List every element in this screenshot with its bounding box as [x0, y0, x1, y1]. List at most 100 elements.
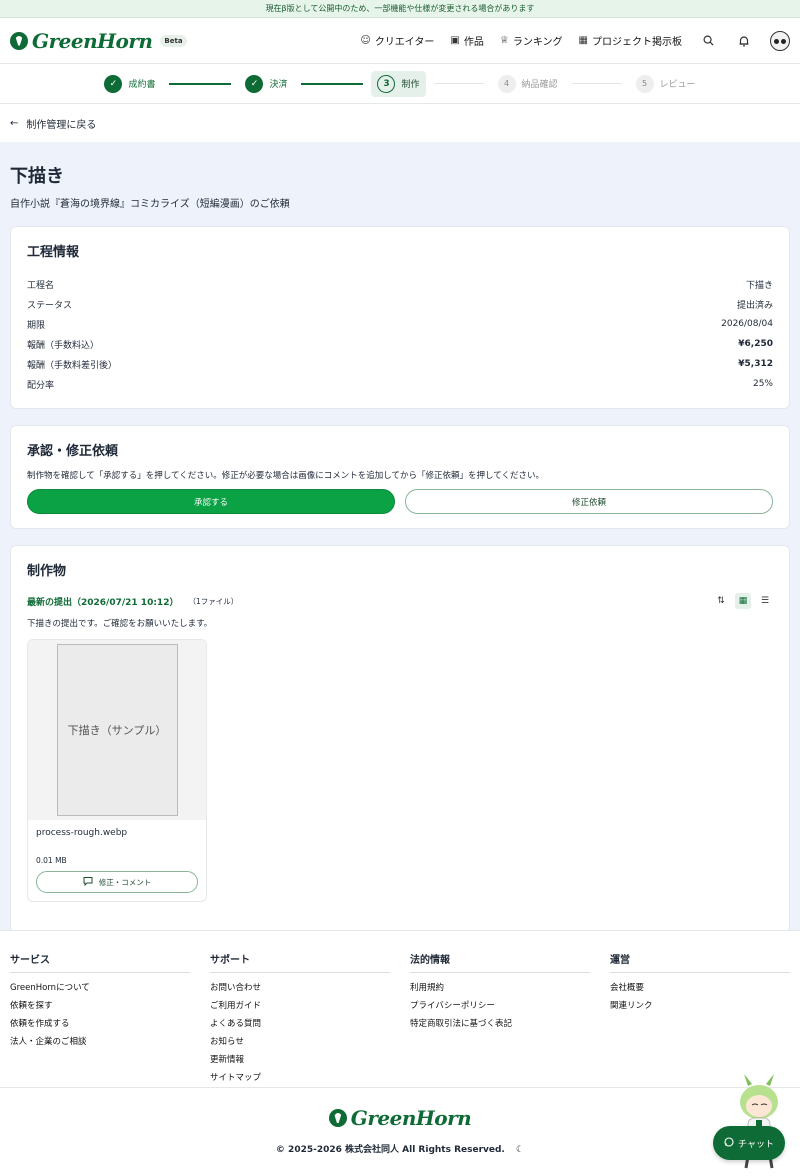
deliverables-heading: 制作物 [27, 564, 67, 579]
info-row: 報酬（手数料差引後） ¥5,312 [27, 354, 773, 374]
step-review: 5 レビュー [630, 71, 702, 97]
main-nav: ☺ クリエイター ▣ 作品 ♕ ランキング ▦ プロジェクト掲示板 [360, 30, 790, 51]
footer-link[interactable]: 依頼を作成する [10, 1017, 190, 1029]
footer-link[interactable]: 法人・企業のご相談 [10, 1035, 190, 1047]
approval-instructions: 制作物を確認して「承認する」を押してください。修正が必要な場合は画像にコメントを… [27, 471, 544, 481]
grid-icon: ▦ [578, 35, 588, 46]
footer-col-legal: 法的情報 利用規約 プライバシーポリシー 特定商取引法に基づく表記 [410, 951, 590, 1089]
step-connector [301, 82, 364, 85]
copyright: © 2025-2026 株式会社同人 All Rights Reserved. … [0, 1142, 800, 1155]
sort-icon[interactable]: ⇅ [713, 593, 729, 609]
approval-card: 承認・修正依頼 制作物を確認して「承認する」を押してください。修正が必要な場合は… [10, 425, 790, 529]
footer-link[interactable]: プライバシーポリシー [410, 999, 590, 1011]
footer-logo[interactable]: GreenHorn [0, 1106, 800, 1130]
comment-button[interactable]: 修正・コメント [36, 871, 198, 893]
nav-creators[interactable]: ☺ クリエイター [360, 33, 434, 48]
grid-view-icon[interactable]: ▦ [735, 593, 751, 609]
beta-notice-banner: 現在β版として公開中のため、一部機能や仕様が変更される場合があります [0, 0, 800, 18]
footer-link[interactable]: サイトマップ [210, 1071, 390, 1083]
check-icon: ✓ [104, 74, 123, 93]
search-icon[interactable] [698, 31, 718, 51]
footer-col-support: サポート お問い合わせ ご利用ガイド よくある質問 お知らせ 更新情報 サイトマ… [210, 951, 390, 1089]
page-subtitle: 自作小説『蒼海の境界線』コミカライズ（短編漫画）のご依頼 [10, 199, 290, 210]
step-label: 決済 [269, 80, 288, 90]
info-key: 工程名 [27, 280, 55, 291]
file-thumbnail[interactable]: 下描き（サンプル） [28, 640, 206, 820]
revision-request-button[interactable]: 修正依頼 [405, 489, 773, 514]
footer-col-title: サポート [210, 951, 390, 973]
nav-board[interactable]: ▦ プロジェクト掲示板 [579, 33, 682, 48]
user-avatar[interactable] [770, 30, 790, 51]
info-value: ¥6,250 [738, 339, 773, 349]
footer-link[interactable]: よくある質問 [210, 1017, 390, 1029]
footer-link[interactable]: 特定商取引法に基づく表記 [410, 1017, 590, 1029]
bell-icon[interactable] [734, 31, 754, 51]
latest-submission-label: 最新の提出（2026/07/21 10:12） [27, 597, 179, 608]
footer-link[interactable]: 利用規約 [410, 981, 590, 993]
info-row: ステータス 提出済み [27, 294, 773, 314]
logo-text: GreenHorn [32, 28, 153, 53]
thumbnail-placeholder: 下描き（サンプル） [56, 644, 178, 816]
message-icon [83, 876, 93, 888]
step-label: レビュー [659, 80, 696, 90]
deliverables-card: 制作物 最新の提出（2026/07/21 10:12） （1ファイル） ⇅ ▦ … [10, 545, 790, 933]
step-connector [169, 82, 232, 85]
info-value: 下描き [745, 280, 773, 291]
info-key: ステータス [27, 300, 73, 311]
step-delivery-check: 4 納品確認 [492, 71, 564, 97]
file-card: 下描き（サンプル） process-rough.webp 0.01 MB 修正・… [27, 639, 207, 902]
footer-link[interactable]: GreenHornについて [10, 981, 190, 993]
footer-link[interactable]: お問い合わせ [210, 981, 390, 993]
info-value: ¥5,312 [738, 359, 773, 369]
step-number: 3 [377, 74, 396, 93]
info-value: 提出済み [736, 300, 773, 311]
step-number: 4 [497, 74, 516, 93]
info-value: 25% [752, 379, 773, 389]
copyright-text: © 2025-2026 株式会社同人 All Rights Reserved. [275, 1145, 505, 1155]
site-footer: サービス GreenHornについて 依頼を探す 依頼を作成する 法人・企業のご… [0, 930, 800, 1176]
process-info-heading: 工程情報 [27, 245, 80, 260]
footer-link[interactable]: ご利用ガイド [210, 999, 390, 1011]
file-info: process-rough.webp 0.01 MB 修正・コメント [28, 820, 206, 901]
nav-works-label: 作品 [463, 37, 484, 48]
footer-link[interactable]: 関連リンク [610, 999, 790, 1011]
nav-ranking-label: ランキング [512, 37, 563, 48]
info-row: 報酬（手数料込） ¥6,250 [27, 334, 773, 354]
view-toolbar: ⇅ ▦ ☰ [713, 593, 773, 609]
info-key: 期限 [27, 320, 46, 331]
footer-link[interactable]: お知らせ [210, 1035, 390, 1047]
page-header: 下描き 自作小説『蒼海の境界線』コミカライズ（短編漫画）のご依頼 [0, 142, 800, 226]
arrow-left-icon: ← [10, 117, 19, 129]
process-info-card: 工程情報 工程名 下描き ステータス 提出済み 期限 2026/08/04 報酬（手数… [10, 226, 790, 409]
step-connector [571, 83, 622, 84]
chat-button[interactable]: チャット [713, 1126, 785, 1160]
info-key: 報酬（手数料差引後） [27, 360, 118, 371]
back-link-label: 制作管理に戻る [26, 119, 97, 131]
nav-works[interactable]: ▣ 作品 [450, 33, 483, 48]
nav-ranking[interactable]: ♕ ランキング [500, 33, 563, 48]
footer-link[interactable]: 更新情報 [210, 1053, 390, 1065]
info-key: 配分率 [27, 380, 55, 391]
step-label: 納品確認 [521, 80, 558, 90]
footer-col-operations: 運営 会社概要 関連リンク [610, 951, 790, 1089]
footer-col-title: 運営 [610, 951, 790, 973]
moon-icon[interactable]: ☾ [516, 1145, 524, 1155]
chat-bubble-icon [724, 1136, 734, 1150]
back-link[interactable]: ← 制作管理に戻る [0, 104, 800, 142]
footer-link[interactable]: 会社概要 [610, 981, 790, 993]
step-contract: ✓ 成約書 [98, 71, 161, 97]
footer-bottom: GreenHorn © 2025-2026 株式会社同人 All Rights … [0, 1087, 800, 1176]
comment-button-label: 修正・コメント [98, 877, 152, 887]
progress-stepper: ✓ 成約書 ✓ 決済 3 制作 4 納品確認 5 レビュー [0, 64, 800, 104]
list-view-icon[interactable]: ☰ [757, 593, 773, 609]
users-icon: ☺ [360, 35, 371, 46]
footer-link[interactable]: 依頼を探す [10, 999, 190, 1011]
info-row: 工程名 下描き [27, 274, 773, 294]
step-number: 5 [635, 74, 654, 93]
info-row: 期限 2026/08/04 [27, 314, 773, 334]
site-logo[interactable]: GreenHorn Beta [10, 29, 187, 53]
footer-col-service: サービス GreenHornについて 依頼を探す 依頼を作成する 法人・企業のご… [10, 951, 190, 1089]
approval-heading: 承認・修正依頼 [27, 444, 119, 459]
step-label: 制作 [401, 80, 420, 90]
approve-button[interactable]: 承認する [27, 489, 395, 514]
